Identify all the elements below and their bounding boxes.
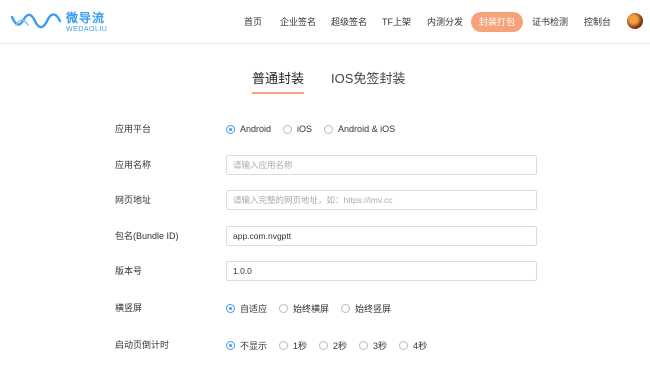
tab-standard-packaging[interactable]: 普通封装 [252,70,305,94]
main-nav: 首页 企业签名 超级签名 TF上架 内测分发 封装打包 证书检测 控制台 [0,12,650,32]
nav-beta-distribution[interactable]: 内测分发 [427,12,463,32]
url-input[interactable] [226,190,537,210]
nav-app-packaging[interactable]: 封装打包 [471,12,524,32]
radio-icon[interactable] [279,340,289,350]
url-label: 网页地址 [115,195,152,205]
orientation-option-portrait[interactable]: 始终竖屏 [341,302,391,315]
platform-label: 应用平台 [115,124,152,134]
splash-option-1s[interactable]: 1秒 [279,339,307,352]
nav-console[interactable]: 控制台 [584,12,611,32]
app-name-input[interactable] [226,155,537,175]
radio-selected-icon[interactable] [226,303,235,313]
form-row-orientation: 横竖屏 自适应 始终横屏 始终竖屏 [0,296,650,320]
orientation-option-auto[interactable]: 自适应 [226,302,267,315]
top-header: 微导流 WEDAOLIU 首页 企业签名 超级签名 TF上架 内测分发 封装打包… [0,0,650,44]
splash-option-4s[interactable]: 4秒 [399,339,427,352]
form-row-bundle-id: 包名(Bundle ID) [0,224,650,248]
nav-tf-listing[interactable]: TF上架 [382,12,411,32]
version-input[interactable] [226,261,537,281]
orientation-label: 横竖屏 [115,303,143,313]
user-avatar[interactable] [627,13,643,29]
radio-icon[interactable] [359,340,369,350]
splash-countdown-radio-group: 不显示 1秒 2秒 3秒 4秒 [226,333,439,357]
platform-radio-group: Android iOS Android & iOS [226,117,407,141]
radio-icon[interactable] [283,124,293,134]
form-row-splash-countdown: 启动页倒计时 不显示 1秒 2秒 3秒 4秒 [0,333,650,357]
nav-super-sign[interactable]: 超级签名 [331,12,367,32]
radio-icon[interactable] [399,340,409,350]
form-row-version: 版本号 [0,259,650,283]
bundle-id-input[interactable] [226,226,537,246]
orientation-option-landscape[interactable]: 始终横屏 [279,302,329,315]
form-row-url: 网页地址 [0,188,650,212]
radio-selected-icon[interactable] [226,340,235,350]
form-row-platform: 应用平台 Android iOS Android & iOS [0,117,650,141]
radio-selected-icon[interactable] [226,124,235,134]
form-row-app-name: 应用名称 [0,153,650,177]
splash-option-2s[interactable]: 2秒 [319,339,347,352]
splash-option-none[interactable]: 不显示 [226,339,267,352]
platform-option-android[interactable]: Android [226,124,271,134]
platform-option-ios[interactable]: iOS [283,124,312,134]
orientation-radio-group: 自适应 始终横屏 始终竖屏 [226,296,403,320]
bundle-id-label: 包名(Bundle ID) [115,231,179,241]
tab-ios-unsigned-packaging[interactable]: IOS免签封装 [331,70,405,94]
splash-countdown-label: 启动页倒计时 [115,340,170,350]
app-name-label: 应用名称 [115,160,152,170]
nav-cert-check[interactable]: 证书检测 [532,12,568,32]
splash-option-3s[interactable]: 3秒 [359,339,387,352]
radio-icon[interactable] [341,303,351,313]
nav-enterprise-sign[interactable]: 企业签名 [280,12,316,32]
version-label: 版本号 [115,266,143,276]
radio-icon[interactable] [324,124,334,134]
nav-home[interactable]: 首页 [244,12,262,32]
platform-option-both[interactable]: Android & iOS [324,124,395,134]
radio-icon[interactable] [279,303,289,313]
packaging-tabs: 普通封装 IOS免签封装 [0,70,650,96]
radio-icon[interactable] [319,340,329,350]
